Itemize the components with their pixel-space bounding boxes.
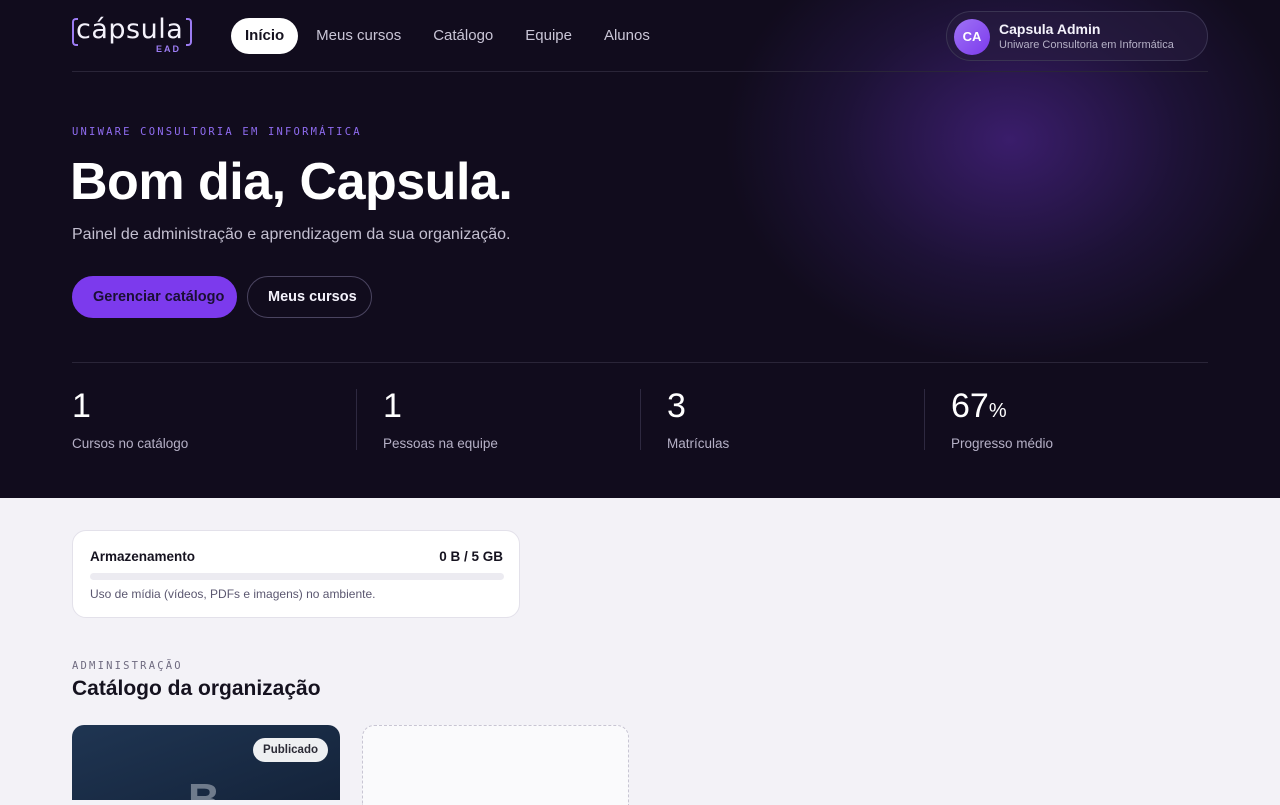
stat-courses: 1 Cursos no catálogo: [72, 387, 189, 451]
manage-catalog-button[interactable]: Gerenciar catálogo: [72, 276, 237, 318]
page-title: Bom dia, Capsula.: [70, 153, 513, 211]
course-initial: B: [188, 775, 220, 800]
stat-enrollments: 3 Matrículas: [667, 387, 730, 451]
stat-label: Pessoas na equipe: [383, 436, 498, 451]
page-subtitle: Painel de administração e aprendizagem d…: [72, 226, 511, 243]
stat-value: 1: [72, 387, 91, 425]
stat-value: 3: [667, 387, 686, 425]
user-organization: Uniware Consultoria em Informática: [999, 39, 1174, 51]
capsula-logo[interactable]: cápsula EAD: [72, 14, 194, 56]
storage-card: Armazenamento 0 B / 5 GB Uso de mídia (v…: [72, 530, 520, 618]
nav-item-alunos[interactable]: Alunos: [590, 18, 664, 54]
user-menu[interactable]: CA Capsula Admin Uniware Consultoria em …: [946, 11, 1208, 61]
stat-label: Cursos no catálogo: [72, 436, 189, 451]
my-courses-button[interactable]: Meus cursos: [247, 276, 372, 318]
stats-divider: [72, 362, 1208, 363]
stat-value: 67%: [951, 387, 1007, 425]
stat-value: 1: [383, 387, 402, 425]
storage-title: Armazenamento: [90, 549, 196, 564]
nav-item-catalogo[interactable]: Catálogo: [419, 18, 507, 54]
new-course-placeholder-card[interactable]: [362, 725, 629, 805]
stat-separator: [356, 389, 357, 450]
section-title: Catálogo da organização: [72, 677, 321, 700]
nav-item-equipe[interactable]: Equipe: [511, 18, 586, 54]
course-card[interactable]: Publicado B: [72, 725, 340, 800]
nav-item-meus-cursos[interactable]: Meus cursos: [302, 18, 415, 54]
nav-item-inicio[interactable]: Início: [231, 18, 299, 54]
logo-subtitle: EAD: [156, 44, 182, 54]
section-eyebrow: ADMINISTRAÇÃO: [72, 660, 183, 672]
logo-bracket-right: [186, 18, 192, 46]
stat-label: Progresso médio: [951, 436, 1054, 451]
user-name: Capsula Admin: [999, 21, 1101, 37]
hero-section: cápsula EAD Início Meus cursos Catálogo …: [0, 0, 1280, 498]
logo-text: cápsula: [76, 14, 184, 45]
stat-progress: 67% Progresso médio: [951, 387, 1054, 451]
stat-label: Matrículas: [667, 436, 730, 451]
storage-description: Uso de mídia (vídeos, PDFs e imagens) no…: [90, 587, 376, 601]
organization-eyebrow: UNIWARE CONSULTORIA EM INFORMÁTICA: [72, 126, 362, 138]
avatar: CA: [954, 19, 990, 55]
stat-separator: [640, 389, 641, 450]
storage-progress-bar: [90, 573, 504, 580]
top-navigation-bar: cápsula EAD Início Meus cursos Catálogo …: [72, 0, 1208, 72]
stat-separator: [924, 389, 925, 450]
storage-usage-value: 0 B / 5 GB: [439, 549, 503, 564]
stat-team: 1 Pessoas na equipe: [383, 387, 498, 451]
main-nav: Início Meus cursos Catálogo Equipe Aluno…: [231, 18, 668, 54]
status-badge: Publicado: [253, 738, 328, 762]
